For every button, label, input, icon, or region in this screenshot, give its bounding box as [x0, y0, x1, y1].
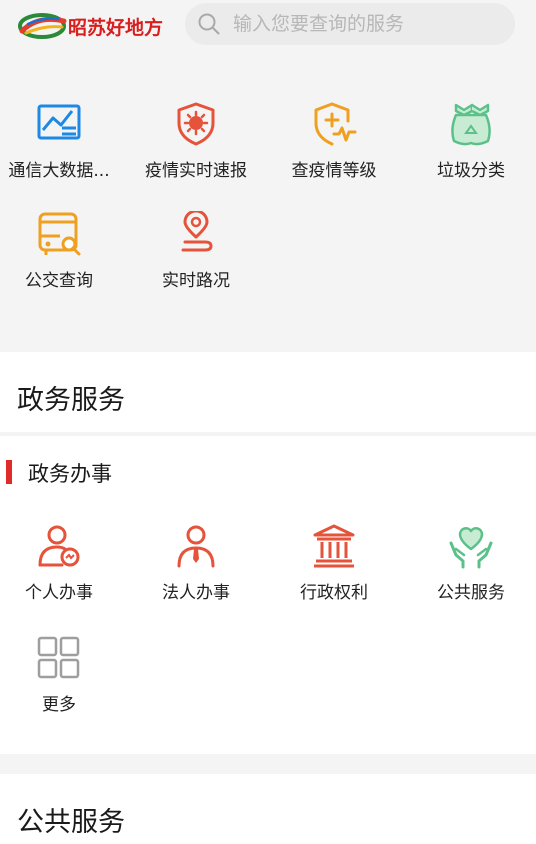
logo-swoosh-icon: [18, 13, 67, 39]
gov-item-admin[interactable]: 行政权利: [267, 522, 401, 622]
service-label: 疫情实时速报: [145, 161, 247, 181]
gov-item-label: 更多: [42, 695, 76, 715]
search-box[interactable]: [185, 3, 515, 45]
search-icon: [198, 13, 220, 35]
section-divider: [0, 432, 536, 436]
logo-text: 昭苏好地方: [68, 16, 164, 39]
gov-item-label: 行政权利: [300, 583, 368, 603]
header-bar: 昭苏好地方: [0, 0, 536, 52]
government-building-icon: [310, 522, 358, 570]
service-garbage-sorting[interactable]: 垃圾分类: [404, 100, 536, 200]
search-input[interactable]: [233, 13, 493, 35]
service-label: 查疫情等级: [291, 161, 377, 181]
heart-hands-icon: [447, 522, 495, 570]
service-label: 实时路况: [162, 271, 230, 291]
location-route-icon: [172, 210, 220, 258]
section-title-gov: 政务服务: [17, 385, 125, 416]
subsection-marker: [6, 460, 12, 484]
service-epidemic-level[interactable]: 查疫情等级: [267, 100, 401, 200]
gov-item-legal[interactable]: 法人办事: [129, 522, 263, 622]
service-epidemic-report[interactable]: 疫情实时速报: [129, 100, 263, 200]
service-telecom-bigdata[interactable]: 通信大数据...: [0, 100, 126, 200]
service-label: 公交查询: [25, 271, 93, 291]
service-bus-query[interactable]: 公交查询: [0, 210, 126, 310]
gov-item-label: 个人办事: [25, 583, 93, 603]
person-icon: [35, 522, 83, 570]
service-label: 通信大数据...: [8, 161, 110, 181]
medical-shield-icon: [310, 100, 358, 148]
gov-item-more[interactable]: 更多: [0, 634, 126, 734]
grid-more-icon: [35, 634, 83, 682]
virus-shield-icon: [172, 100, 220, 148]
gov-item-label: 公共服务: [437, 583, 505, 603]
legal-person-icon: [172, 522, 220, 570]
bus-search-icon: [35, 210, 83, 258]
subsection-title: 政务办事: [28, 462, 112, 486]
gov-item-label: 法人办事: [162, 583, 230, 603]
service-road-condition[interactable]: 实时路况: [129, 210, 263, 310]
gov-item-public[interactable]: 公共服务: [404, 522, 536, 622]
gov-item-personal[interactable]: 个人办事: [0, 522, 126, 622]
app-logo[interactable]: 昭苏好地方: [18, 8, 178, 44]
section-title-public: 公共服务: [17, 807, 125, 838]
chart-data-icon: [35, 100, 83, 148]
recycle-bag-icon: [447, 100, 495, 148]
service-label: 垃圾分类: [437, 161, 505, 181]
